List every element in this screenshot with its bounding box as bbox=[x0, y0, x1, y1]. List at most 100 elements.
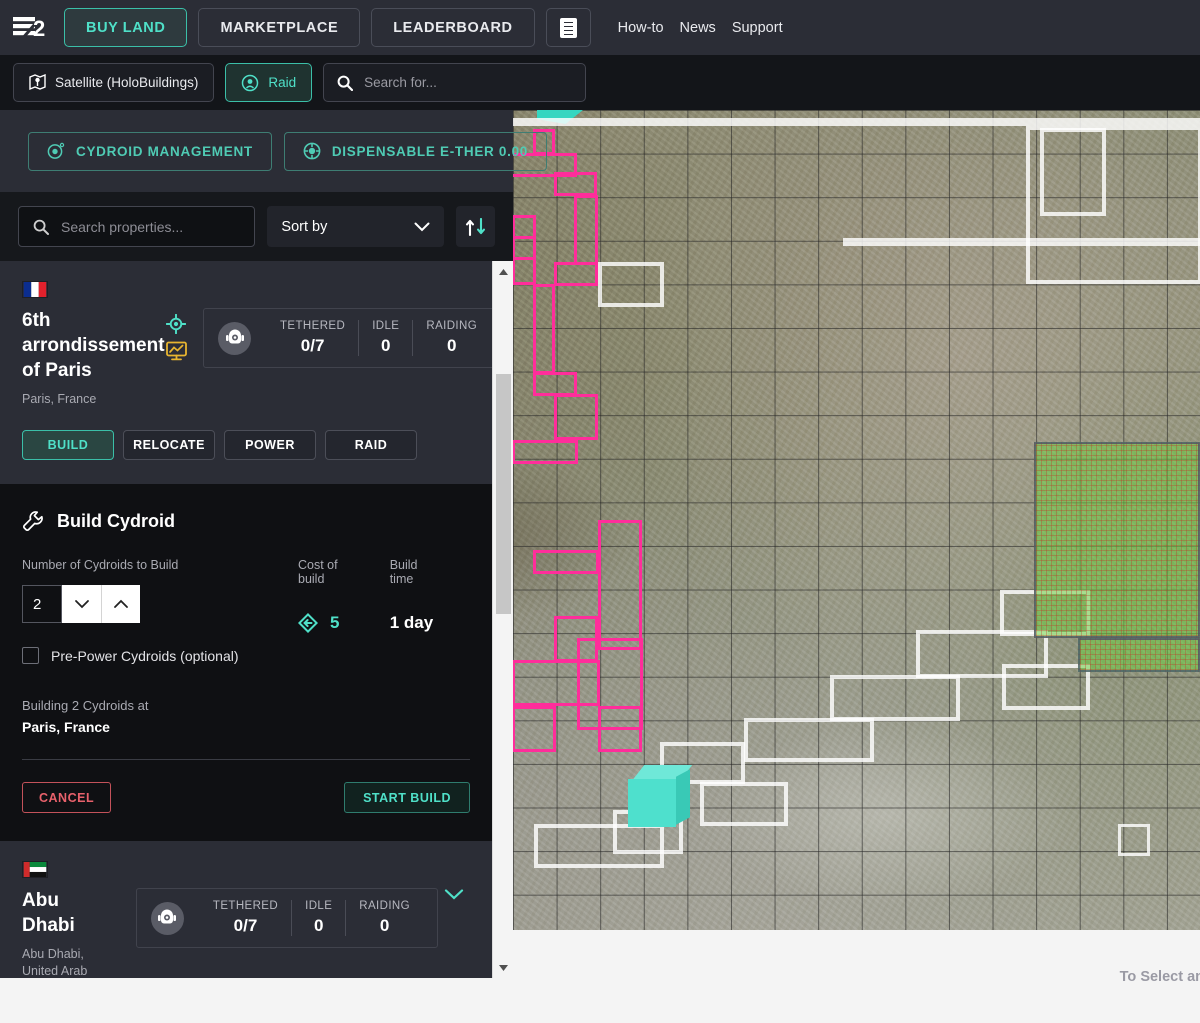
nav-button-buy-land[interactable]: BUY LAND bbox=[64, 8, 188, 47]
scrollbar-thumb[interactable] bbox=[496, 374, 511, 614]
satellite-mode-button[interactable]: Satellite (HoloBuildings) bbox=[13, 63, 215, 102]
build-quantity-label: Number of Cydroids to Build bbox=[22, 558, 179, 572]
property-summary-row: Abu Dhabi Abu Dhabi, United Arab Emirate… bbox=[22, 888, 470, 978]
map-owned-plot[interactable] bbox=[533, 550, 599, 574]
map-white-plot[interactable] bbox=[513, 118, 1200, 126]
scroll-down-button[interactable] bbox=[493, 957, 514, 978]
map-owned-plot[interactable] bbox=[554, 262, 598, 286]
stat-raiding: RAIDING 0 bbox=[412, 320, 490, 356]
nav-button-label: MARKETPLACE bbox=[220, 19, 339, 36]
list-icon bbox=[559, 17, 577, 38]
prepower-checkbox[interactable] bbox=[22, 647, 39, 664]
map-owned-plot[interactable] bbox=[574, 195, 598, 265]
global-search-input[interactable] bbox=[364, 75, 573, 90]
property-card-abu-dhabi[interactable]: Abu Dhabi Abu Dhabi, United Arab Emirate… bbox=[0, 841, 492, 978]
stat-value: 0/7 bbox=[300, 336, 325, 355]
prepower-checkbox-row[interactable]: Pre-Power Cydroids (optional) bbox=[22, 647, 298, 664]
nav-link-support[interactable]: Support bbox=[732, 20, 783, 36]
build-cost-item: Cost of build 5 bbox=[298, 558, 362, 664]
properties-search-input[interactable] bbox=[61, 218, 241, 235]
properties-list: 6th arrondissement of Paris Paris, Franc… bbox=[0, 261, 492, 978]
map-white-plot[interactable] bbox=[830, 675, 960, 721]
dispensable-ether-label: DISPENSABLE E-THER 0.00 bbox=[331, 143, 529, 159]
action-button-build[interactable]: BUILD bbox=[22, 430, 114, 460]
sort-by-label: Sort by bbox=[281, 218, 328, 235]
panel-header: CYDROID MANAGEMENT DISPENSABLE E-THER 0.… bbox=[0, 110, 548, 192]
build-panel-fields: Number of Cydroids to Build 2 Pre-Power … bbox=[22, 558, 470, 664]
expand-property-button[interactable] bbox=[438, 888, 470, 900]
nav-button-label: LEADERBOARD bbox=[393, 19, 513, 36]
build-cost-value-row: 5 bbox=[298, 613, 362, 633]
stat-idle: IDLE 0 bbox=[291, 900, 345, 936]
map-owned-plot[interactable] bbox=[512, 440, 578, 464]
build-quantity-value[interactable]: 2 bbox=[22, 585, 62, 623]
map-white-plot[interactable] bbox=[744, 718, 874, 762]
map-white-plot[interactable] bbox=[598, 262, 664, 307]
chevron-down-icon bbox=[444, 888, 464, 900]
search-icon bbox=[337, 75, 354, 91]
satellite-mode-label: Satellite (HoloBuildings) bbox=[55, 75, 199, 90]
raid-target-icon bbox=[241, 74, 259, 92]
cydroid-icon bbox=[47, 142, 65, 160]
scroll-down-arrow-icon bbox=[498, 964, 509, 972]
build-quantity-increment-button[interactable] bbox=[101, 585, 140, 623]
cube-front-face bbox=[628, 779, 676, 827]
map-green-plot[interactable] bbox=[1078, 638, 1200, 672]
property-card-paris[interactable]: 6th arrondissement of Paris Paris, Franc… bbox=[0, 261, 492, 484]
map-owned-plot[interactable] bbox=[598, 520, 642, 650]
cydroid-management-button[interactable]: CYDROID MANAGEMENT bbox=[28, 131, 272, 171]
global-search-box[interactable] bbox=[323, 63, 587, 102]
cancel-build-button[interactable]: CANCEL bbox=[22, 782, 112, 813]
action-button-relocate[interactable]: RELOCATE bbox=[123, 430, 215, 460]
flag-uae-icon bbox=[22, 861, 48, 878]
build-quantity-stepper[interactable]: 2 bbox=[22, 585, 140, 623]
stat-value: 0 bbox=[381, 336, 391, 355]
map-owned-plot[interactable] bbox=[512, 236, 536, 260]
build-quantity-decrement-button[interactable] bbox=[62, 585, 101, 623]
locate-on-map-icon[interactable] bbox=[166, 314, 187, 334]
map-owned-plot[interactable] bbox=[554, 172, 597, 196]
ether-token-icon bbox=[303, 142, 321, 160]
nav-button-list[interactable] bbox=[545, 8, 591, 47]
map-white-plot[interactable] bbox=[700, 782, 788, 826]
action-button-raid[interactable]: RAID bbox=[325, 430, 417, 460]
property-stats-box: TETHERED 0/7 IDLE 0 RAIDING 0 bbox=[203, 308, 492, 368]
scroll-up-button[interactable] bbox=[493, 261, 514, 282]
nav-link-how-to[interactable]: How-to bbox=[618, 20, 664, 36]
action-button-power[interactable]: POWER bbox=[224, 430, 316, 460]
stat-label: TETHERED bbox=[280, 320, 346, 332]
build-cost-value: 5 bbox=[330, 613, 340, 632]
map-owned-plot[interactable] bbox=[533, 284, 555, 374]
map-hint-text: To Select an bbox=[1119, 969, 1200, 985]
build-time-value: 1 day bbox=[389, 613, 434, 632]
e2-logo-icon[interactable]: 2 bbox=[10, 11, 56, 45]
property-subtitle: Abu Dhabi, United Arab Emirates bbox=[22, 947, 88, 978]
map-owned-plot[interactable] bbox=[512, 706, 556, 752]
map-white-plot[interactable] bbox=[1002, 664, 1090, 710]
map-owned-plot[interactable] bbox=[554, 394, 598, 440]
nav-link-news[interactable]: News bbox=[680, 20, 716, 36]
satellite-map-icon bbox=[29, 74, 46, 91]
map-green-plot[interactable] bbox=[1034, 442, 1200, 638]
map-white-plot[interactable] bbox=[1118, 824, 1150, 856]
map-white-plot[interactable] bbox=[1026, 126, 1200, 284]
action-label: RELOCATE bbox=[133, 438, 205, 452]
nav-button-marketplace[interactable]: MARKETPLACE bbox=[198, 8, 361, 47]
property-stats-chart-icon[interactable] bbox=[166, 341, 187, 361]
start-build-button[interactable]: START BUILD bbox=[344, 782, 470, 813]
build-time-item: Build time 1 day bbox=[390, 558, 440, 664]
build-summary-line1: Building 2 Cydroids at bbox=[22, 698, 149, 713]
raid-mode-button[interactable]: Raid bbox=[225, 63, 313, 102]
properties-scrollbar[interactable] bbox=[492, 261, 513, 978]
sort-direction-button[interactable] bbox=[456, 206, 495, 247]
panel-filter-bar: Sort by bbox=[0, 192, 513, 261]
sort-by-select[interactable]: Sort by bbox=[267, 206, 445, 247]
map-owned-plot[interactable] bbox=[598, 706, 642, 752]
dispensable-ether-button[interactable]: DISPENSABLE E-THER 0.00 bbox=[283, 131, 548, 171]
stat-value: 0 bbox=[379, 916, 390, 935]
nav-button-leaderboard[interactable]: LEADERBOARD bbox=[371, 8, 535, 47]
stat-raiding: RAIDING 0 bbox=[345, 900, 423, 936]
map-white-plot[interactable] bbox=[534, 824, 664, 868]
properties-search-box[interactable] bbox=[18, 206, 256, 247]
map-owned-plot[interactable] bbox=[533, 372, 577, 396]
